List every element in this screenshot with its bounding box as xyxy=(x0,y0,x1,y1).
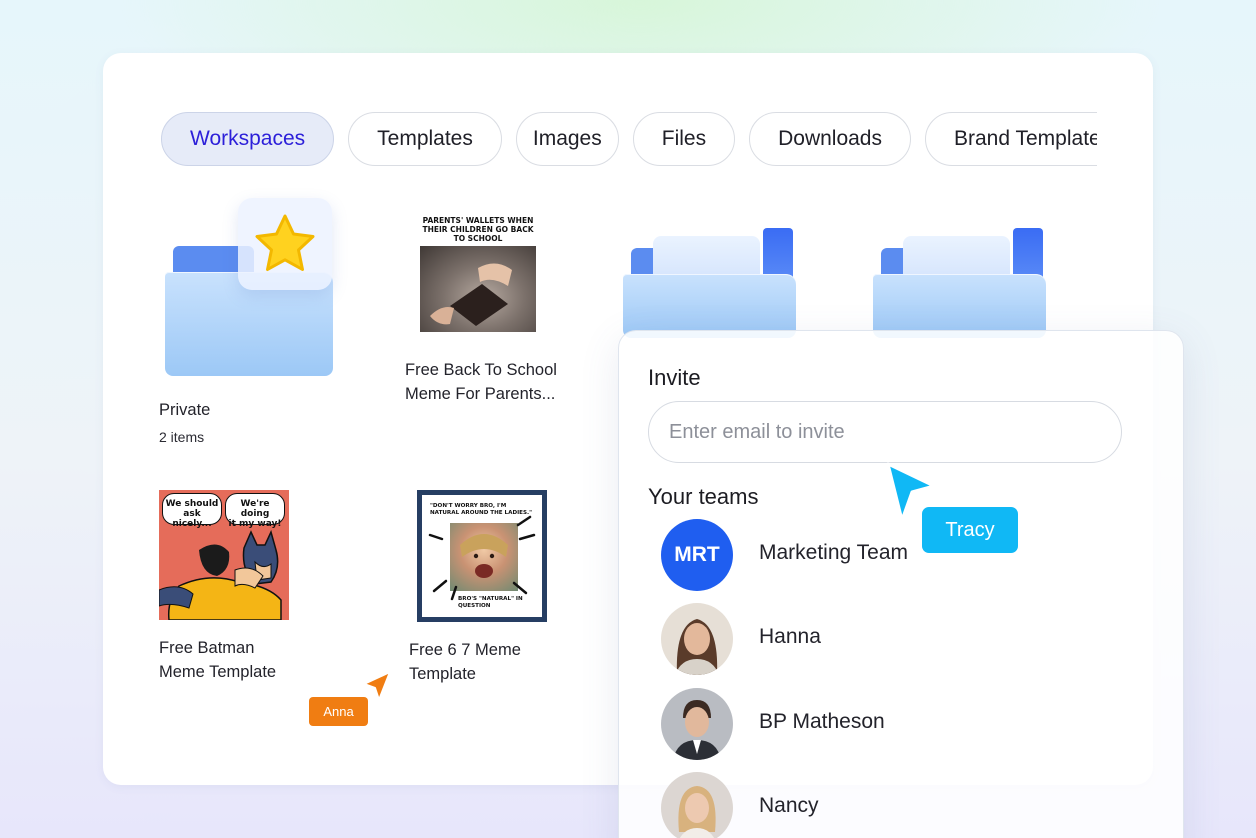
team-item-bp-matheson[interactable]: BP Matheson xyxy=(661,688,1101,760)
template-title: Free Batman Meme Template xyxy=(159,639,277,681)
avatar xyxy=(661,603,733,675)
team-name: BP Matheson xyxy=(759,710,885,733)
collaborator-name-tag: Anna xyxy=(309,697,368,726)
tab-bar: Workspaces Templates Images Files Downlo… xyxy=(159,110,1097,170)
team-item-marketing-team[interactable]: MRT Marketing Team xyxy=(661,519,1101,591)
email-invite-input[interactable] xyxy=(648,401,1122,463)
teams-heading: Your teams xyxy=(648,484,759,509)
tab-brand-templates[interactable]: Brand Templates xyxy=(925,112,1097,166)
folder-title: Private xyxy=(159,401,211,419)
team-name: Marketing Team xyxy=(759,541,909,564)
team-item-hanna[interactable]: Hanna xyxy=(661,603,1101,675)
batman-meme-thumbnail: We should ask nicely... We're doing it m… xyxy=(159,490,289,620)
team-name: Hanna xyxy=(759,625,821,648)
tab-files[interactable]: Files xyxy=(632,112,736,166)
avatar xyxy=(661,688,733,760)
invite-panel: Invite Your teams MRT Marketing Team Han… xyxy=(618,330,1184,838)
team-avatar: MRT xyxy=(661,519,733,591)
meme-caption: PARENTS' WALLETS WHEN THEIR CHILDREN GO … xyxy=(422,216,534,243)
tab-workspaces[interactable]: Workspaces xyxy=(161,112,335,166)
collaborator-name-tag: Tracy xyxy=(922,507,1018,553)
folder-item-count: 2 items xyxy=(159,429,205,445)
meme-bottom-text: BRO'S "NATURAL" IN QUESTION xyxy=(458,596,523,609)
team-name: Nancy xyxy=(759,794,819,817)
tab-images[interactable]: Images xyxy=(515,112,619,166)
meme-67-thumbnail: "DON'T WORRY BRO, I'M NATURAL AROUND THE… xyxy=(417,490,547,622)
team-item-nancy[interactable]: Nancy xyxy=(661,772,1101,838)
star-icon xyxy=(238,198,332,290)
tab-downloads[interactable]: Downloads xyxy=(749,112,911,166)
wallet-photo xyxy=(420,246,536,332)
avatar xyxy=(661,772,733,838)
template-title: Free Back To School Meme For Parents... xyxy=(405,361,557,403)
folder-icon[interactable] xyxy=(873,228,1046,338)
wallet-meme-thumbnail: PARENTS' WALLETS WHEN THEIR CHILDREN GO … xyxy=(420,216,536,332)
tab-templates[interactable]: Templates xyxy=(348,112,502,166)
batman-illustration xyxy=(159,529,282,620)
template-title: Free 6 7 Meme Template xyxy=(409,641,521,683)
folder-icon[interactable] xyxy=(623,228,796,338)
invite-heading: Invite xyxy=(648,365,701,390)
